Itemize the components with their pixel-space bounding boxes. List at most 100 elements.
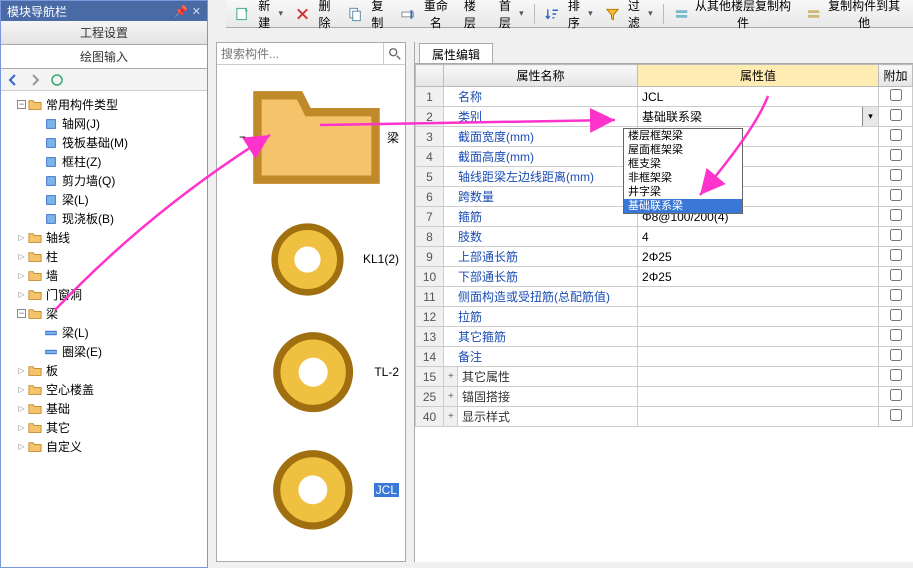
- property-row[interactable]: 12 拉筋: [416, 307, 913, 327]
- close-icon[interactable]: ✕: [192, 5, 201, 18]
- component-tree[interactable]: − 梁 KL1(2) TL-2 JCL: [217, 65, 405, 553]
- tree-group[interactable]: ▷ 空心楼盖: [17, 380, 205, 399]
- tree-group[interactable]: ▷ 墙: [17, 266, 205, 285]
- property-extra-checkbox[interactable]: [879, 107, 913, 127]
- tree-group[interactable]: ▷ 板: [17, 361, 205, 380]
- expand-icon[interactable]: ▷: [17, 290, 26, 299]
- dropdown-option[interactable]: 井字梁: [624, 185, 742, 199]
- floor-select[interactable]: 首层▾: [489, 0, 529, 33]
- tab-project-settings[interactable]: 工程设置: [1, 21, 207, 45]
- property-value[interactable]: [638, 367, 879, 387]
- property-extra-checkbox[interactable]: [879, 147, 913, 167]
- property-extra-checkbox[interactable]: [879, 127, 913, 147]
- tree-group[interactable]: ▷ 基础: [17, 399, 205, 418]
- property-row[interactable]: 8 肢数 4: [416, 227, 913, 247]
- nav-refresh-icon[interactable]: [49, 72, 65, 88]
- copy-button[interactable]: 复制: [343, 0, 394, 33]
- expand-icon[interactable]: ▷: [17, 385, 26, 394]
- dropdown-option[interactable]: 框支梁: [624, 157, 742, 171]
- dropdown-option[interactable]: 非框架梁: [624, 171, 742, 185]
- collapse-icon[interactable]: −: [17, 100, 26, 109]
- mid-tree-root[interactable]: − 梁: [239, 69, 399, 206]
- expand-icon[interactable]: +: [444, 387, 458, 407]
- property-extra-checkbox[interactable]: [879, 267, 913, 287]
- property-extra-checkbox[interactable]: [879, 387, 913, 407]
- delete-button[interactable]: 删除: [290, 0, 341, 33]
- filter-button[interactable]: 过滤▾: [600, 0, 658, 33]
- search-button[interactable]: [383, 43, 405, 65]
- property-extra-checkbox[interactable]: [879, 207, 913, 227]
- component-type-tree[interactable]: − 常用构件类型 轴网(J) 筏板基础(M) 框柱(Z) 剪力墙(Q) 梁(L)…: [1, 91, 207, 567]
- expand-icon[interactable]: ▷: [17, 423, 26, 432]
- tree-group[interactable]: ▷ 轴线: [17, 228, 205, 247]
- tree-group[interactable]: ▷ 柱: [17, 247, 205, 266]
- expand-icon[interactable]: ▷: [17, 252, 26, 261]
- tree-group[interactable]: ▷ 自定义: [17, 437, 205, 456]
- rename-button[interactable]: 重命名: [396, 0, 458, 33]
- dropdown-arrow-icon[interactable]: ▾: [862, 107, 878, 126]
- property-value[interactable]: JCL: [638, 87, 879, 107]
- property-row[interactable]: 1 名称 JCL: [416, 87, 913, 107]
- property-extra-checkbox[interactable]: [879, 187, 913, 207]
- property-extra-checkbox[interactable]: [879, 247, 913, 267]
- property-extra-checkbox[interactable]: [879, 287, 913, 307]
- property-value[interactable]: [638, 287, 879, 307]
- nav-fwd-icon[interactable]: [27, 72, 43, 88]
- property-row[interactable]: 9 上部通长筋 2Φ25: [416, 247, 913, 267]
- property-row[interactable]: 2 类别 基础联系梁▾: [416, 107, 913, 127]
- property-value[interactable]: 2Φ25: [638, 247, 879, 267]
- property-extra-checkbox[interactable]: [879, 407, 913, 427]
- property-extra-checkbox[interactable]: [879, 307, 913, 327]
- property-value[interactable]: [638, 347, 879, 367]
- nav-back-icon[interactable]: [5, 72, 21, 88]
- property-value-dropdown[interactable]: 基础联系梁▾: [638, 107, 879, 127]
- tree-root-common[interactable]: − 常用构件类型: [17, 95, 205, 114]
- expand-icon[interactable]: ▷: [17, 442, 26, 451]
- category-dropdown-popup[interactable]: 楼层框架梁屋面框架梁框支梁非框架梁井字梁基础联系梁: [623, 128, 743, 214]
- property-row[interactable]: 15 +其它属性: [416, 367, 913, 387]
- tab-drawing-input[interactable]: 绘图输入: [1, 45, 207, 69]
- expand-icon[interactable]: ▷: [17, 233, 26, 242]
- property-row[interactable]: 14 备注: [416, 347, 913, 367]
- component-item[interactable]: TL-2: [255, 313, 399, 431]
- tree-group[interactable]: − 梁: [17, 304, 205, 323]
- tree-item[interactable]: 梁(L): [31, 190, 205, 209]
- property-extra-checkbox[interactable]: [879, 167, 913, 187]
- dropdown-option[interactable]: 楼层框架梁: [624, 129, 742, 143]
- expand-icon[interactable]: +: [444, 367, 458, 387]
- tree-item[interactable]: 梁(L): [31, 323, 205, 342]
- sort-button[interactable]: 排序▾: [540, 0, 598, 33]
- property-value[interactable]: [638, 307, 879, 327]
- new-button[interactable]: 新建▾: [230, 0, 288, 33]
- property-value[interactable]: [638, 387, 879, 407]
- property-extra-checkbox[interactable]: [879, 347, 913, 367]
- copy-to-floor-button[interactable]: 复制构件到其他: [801, 0, 909, 33]
- search-input[interactable]: [217, 45, 383, 63]
- expand-icon[interactable]: +: [444, 407, 458, 427]
- component-item[interactable]: JCL: [255, 431, 399, 549]
- property-extra-checkbox[interactable]: [879, 87, 913, 107]
- tree-item[interactable]: 筏板基础(M): [31, 133, 205, 152]
- property-value[interactable]: 2Φ25: [638, 267, 879, 287]
- property-extra-checkbox[interactable]: [879, 327, 913, 347]
- property-row[interactable]: 11 侧面构造或受扭筋(总配筋值): [416, 287, 913, 307]
- property-value[interactable]: 4: [638, 227, 879, 247]
- collapse-icon[interactable]: −: [239, 130, 246, 144]
- copy-from-floor-button[interactable]: 从其他楼层复制构件: [669, 0, 800, 33]
- property-row[interactable]: 10 下部通长筋 2Φ25: [416, 267, 913, 287]
- tree-item[interactable]: 轴网(J): [31, 114, 205, 133]
- property-value[interactable]: [638, 327, 879, 347]
- pin-icon[interactable]: 📌: [174, 5, 188, 18]
- property-value[interactable]: [638, 407, 879, 427]
- component-item[interactable]: KL1(2): [255, 206, 399, 313]
- tree-group[interactable]: ▷ 其它: [17, 418, 205, 437]
- tree-item[interactable]: 剪力墙(Q): [31, 171, 205, 190]
- dropdown-option[interactable]: 屋面框架梁: [624, 143, 742, 157]
- expand-icon[interactable]: −: [17, 309, 26, 318]
- property-extra-checkbox[interactable]: [879, 367, 913, 387]
- tree-item[interactable]: 圈梁(E): [31, 342, 205, 361]
- tab-property-edit[interactable]: 属性编辑: [419, 43, 493, 63]
- tree-group[interactable]: ▷ 门窗洞: [17, 285, 205, 304]
- property-row[interactable]: 13 其它箍筋: [416, 327, 913, 347]
- expand-icon[interactable]: ▷: [17, 271, 26, 280]
